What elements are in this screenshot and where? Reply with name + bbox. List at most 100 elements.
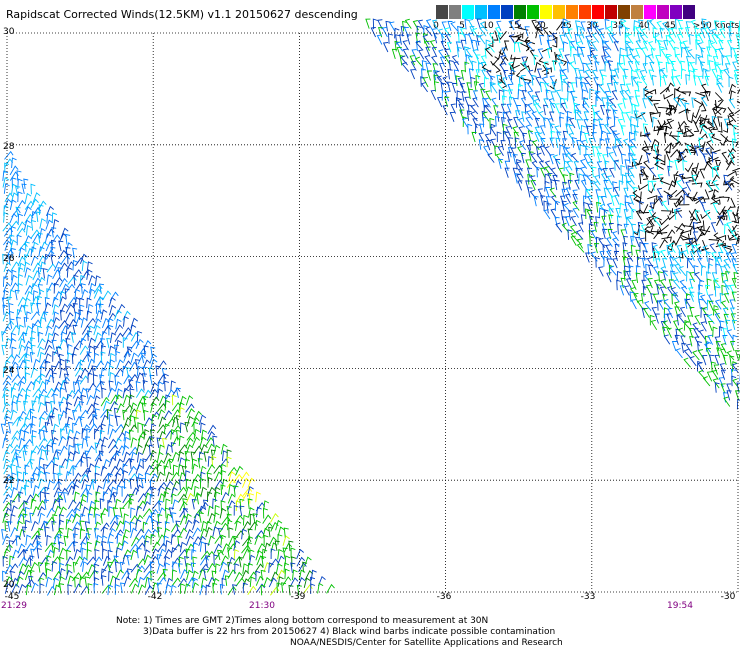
wind-barb <box>505 126 512 137</box>
wind-barb <box>635 26 643 37</box>
wind-barb <box>93 318 102 329</box>
wind-barb <box>700 265 707 276</box>
wind-barb <box>647 180 653 191</box>
wind-barb <box>721 151 729 162</box>
wind-barb <box>620 164 626 176</box>
wind-barb <box>624 159 630 170</box>
wind-barb <box>718 47 725 59</box>
wind-barb <box>115 359 124 370</box>
wind-barb <box>508 20 515 31</box>
wind-barb <box>633 130 639 142</box>
wind-barb <box>543 209 551 220</box>
wind-barb <box>157 481 167 491</box>
wind-barb <box>234 571 243 582</box>
wind-barb <box>95 485 103 496</box>
wind-barb <box>725 319 731 330</box>
wind-barb <box>579 144 585 156</box>
wind-barb <box>179 583 186 594</box>
wind-barb <box>695 39 701 50</box>
wind-barb <box>687 112 694 124</box>
wind-barb <box>672 292 680 303</box>
wind-barb <box>651 74 657 86</box>
wind-barb <box>52 463 59 474</box>
wind-barb <box>382 42 389 53</box>
wind-barb <box>29 512 35 524</box>
wind-barb <box>575 229 584 240</box>
wind-barb <box>579 76 585 87</box>
wind-barb <box>576 119 582 130</box>
wind-barb <box>165 540 171 551</box>
wind-barb <box>617 103 624 114</box>
wind-barb <box>109 557 119 568</box>
wind-barb <box>639 204 649 215</box>
wind-barb <box>697 42 704 53</box>
wind-barb <box>675 235 684 246</box>
wind-barb <box>539 34 545 46</box>
wind-barb <box>198 451 205 463</box>
wind-barb <box>261 556 267 567</box>
wind-barb <box>128 465 137 476</box>
wind-barb <box>3 458 11 470</box>
wind-barb <box>734 109 740 115</box>
wind-barb <box>108 365 114 376</box>
wind-barb <box>175 415 181 426</box>
wind-barb <box>716 63 723 74</box>
wind-barb <box>678 265 687 276</box>
wind-barb <box>107 499 113 511</box>
wind-barb <box>627 180 635 191</box>
wind-barb <box>662 75 668 86</box>
note-line-1: Note: 1) Times are GMT 2)Times along bot… <box>116 616 489 626</box>
wind-barb <box>170 471 180 482</box>
wind-barb <box>45 576 53 588</box>
wind-barb <box>24 394 31 405</box>
wind-barb <box>296 548 304 560</box>
wind-barb <box>432 19 438 30</box>
wind-barb <box>602 46 608 57</box>
wind-barb <box>31 582 39 593</box>
wind-barb <box>170 380 176 392</box>
wind-barb <box>45 401 51 413</box>
wind-barb <box>642 286 648 297</box>
wind-barb <box>697 133 708 142</box>
wind-barb <box>82 561 88 572</box>
wind-barb <box>416 25 422 37</box>
wind-barb <box>645 284 652 295</box>
wind-barb <box>291 556 297 567</box>
wind-barb <box>59 290 66 302</box>
wind-barb <box>707 320 714 332</box>
wind-barb <box>726 329 734 340</box>
wind-barb <box>622 235 629 247</box>
wind-barb <box>624 89 632 100</box>
wind-barb <box>467 123 473 135</box>
wind-barb <box>494 49 502 60</box>
wind-barb <box>74 527 80 538</box>
wind-barb <box>628 96 634 107</box>
wind-barb <box>663 334 671 345</box>
wind-barb <box>606 102 612 113</box>
wind-barb <box>586 125 592 136</box>
wind-barb <box>53 584 61 596</box>
wind-barb <box>43 499 49 510</box>
wind-barb <box>80 317 88 328</box>
wind-barb <box>457 98 465 109</box>
wind-barb <box>731 211 737 222</box>
wind-barb <box>537 48 544 59</box>
wind-barb <box>102 478 111 490</box>
wind-barb <box>123 451 131 463</box>
lon-label-minus42: -42 <box>147 592 163 602</box>
wind-barb <box>647 183 656 194</box>
wind-barb <box>674 46 680 58</box>
wind-barb <box>23 340 33 351</box>
wind-barb <box>726 390 732 401</box>
wind-barb <box>37 500 46 510</box>
wind-barb <box>177 486 187 496</box>
wind-barb <box>29 570 35 581</box>
wind-barb <box>9 289 15 301</box>
wind-barb <box>683 357 691 368</box>
wind-barb <box>637 32 643 43</box>
wind-barb <box>86 317 96 327</box>
wind-barb <box>561 200 567 211</box>
wind-barb <box>51 560 58 572</box>
wind-barb <box>657 40 663 51</box>
wind-barb <box>234 520 242 531</box>
